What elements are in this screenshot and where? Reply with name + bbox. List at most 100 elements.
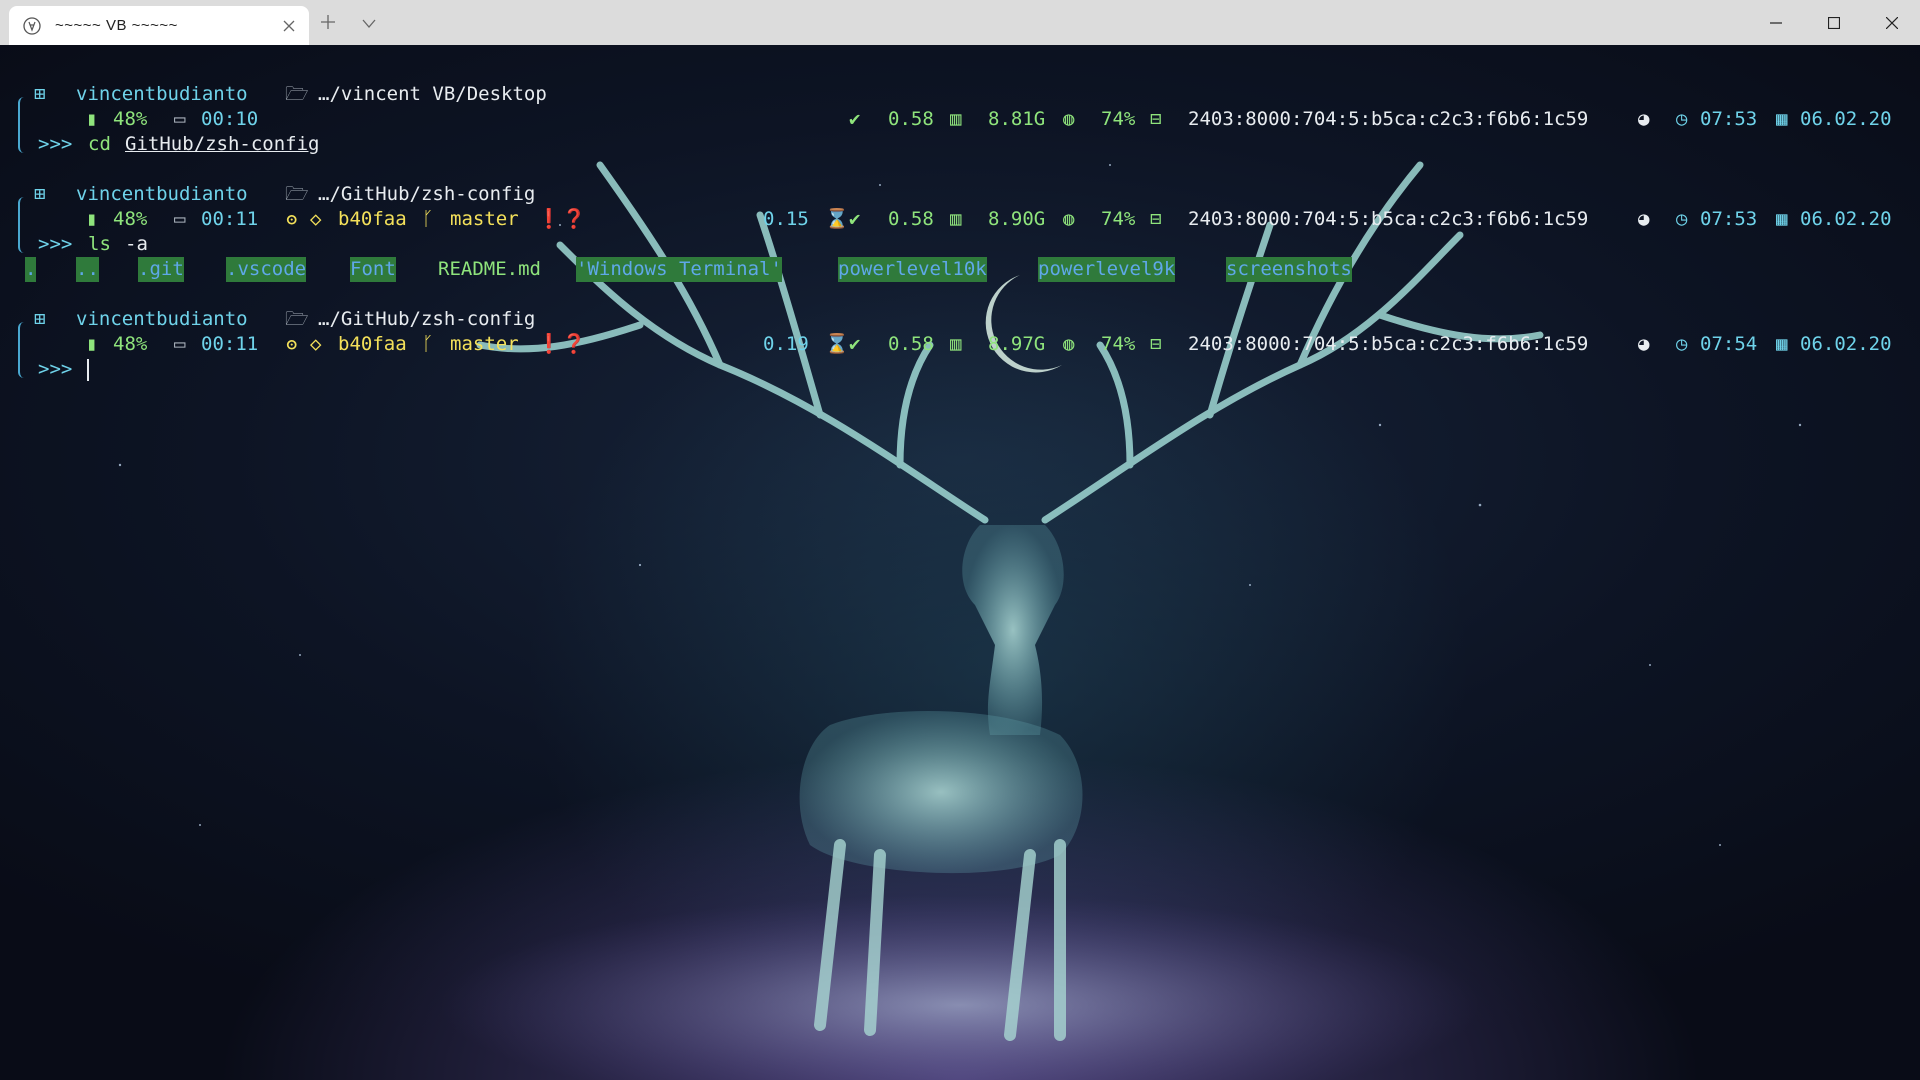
calendar-icon: ▦ xyxy=(1776,333,1788,355)
ram-icon: ◍ xyxy=(1063,108,1075,130)
current-time: 07:53 xyxy=(1700,108,1758,130)
clock-icon: ◷ xyxy=(1676,208,1688,230)
chart-icon: ▥ xyxy=(950,333,962,355)
status-ok-icon: ✔ xyxy=(849,333,861,355)
uptime-icon: ▭ xyxy=(174,208,186,230)
battery-percent: 48% xyxy=(113,333,148,355)
prompt-symbol: >>> xyxy=(38,133,73,155)
git-modified-icon: ❗ xyxy=(537,208,561,230)
load-average: 0.58 xyxy=(888,208,934,230)
terminal-viewport[interactable]: ⊞ vincentbudianto 🗁 …/vincent VB/Desktop… xyxy=(0,45,1920,1080)
tab-title: ~~~~~ VB ~~~~~ xyxy=(55,17,178,34)
ip-address: 2403:8000:704:5:b5ca:c2c3:f6b6:1c59 xyxy=(1188,333,1589,355)
commit-icon: ◇ xyxy=(310,208,322,230)
prompt-line-1-cmd: >>> cd GitHub/zsh-config xyxy=(0,132,319,157)
uptime-icon: ▭ xyxy=(174,333,186,355)
ls-entry: .git xyxy=(138,257,184,282)
calendar-icon: ▦ xyxy=(1776,208,1788,230)
github-icon: ʘ xyxy=(286,208,298,230)
ls-entry: powerlevel9k xyxy=(1038,257,1176,282)
new-tab-plus-icon[interactable] xyxy=(320,14,336,30)
ls-entry: 'Windows Terminal' xyxy=(576,257,782,282)
clock-icon: ◷ xyxy=(1676,333,1688,355)
calendar-icon: ▦ xyxy=(1776,108,1788,130)
git-commit-hash: b40faa xyxy=(338,333,407,355)
clock-icon: ◷ xyxy=(1676,108,1688,130)
globe-icon: ◕ xyxy=(1638,208,1650,230)
terminal-tab[interactable]: ~~~~~ VB ~~~~~ xyxy=(9,6,309,45)
prompt-line-2-top: ⊞ vincentbudianto 🗁 …/GitHub/zsh-config xyxy=(0,182,535,207)
prompt-path: …/vincent VB/Desktop xyxy=(318,83,547,105)
current-date: 06.02.20 xyxy=(1800,333,1892,355)
disk-icon: ⊟ xyxy=(1150,208,1162,230)
ip-address: 2403:8000:704:5:b5ca:c2c3:f6b6:1c59 xyxy=(1188,208,1589,230)
status-ok-icon: ✔ xyxy=(849,208,861,230)
uptime: 00:10 xyxy=(201,108,259,130)
current-time: 07:54 xyxy=(1700,333,1758,355)
battery-icon: ▮ xyxy=(86,108,98,130)
git-modified-icon: ❗ xyxy=(537,333,561,355)
hourglass-icon: ⌛ xyxy=(825,333,849,355)
git-branch-name: master xyxy=(450,208,519,230)
prompt-line-3-cmd[interactable]: >>> xyxy=(0,357,89,382)
chevron-down-icon[interactable] xyxy=(362,19,376,28)
minimize-icon xyxy=(1770,21,1782,24)
current-date: 06.02.20 xyxy=(1800,108,1892,130)
linux-tux-icon xyxy=(23,17,41,35)
prompt-line-2-mid: ▮ 48% ▭ 00:11 ʘ ◇ b40faa ᚴ master ❗ ❓ 0.… xyxy=(0,207,1920,232)
disk-usage: 74% xyxy=(1101,208,1136,230)
chart-icon: ▥ xyxy=(950,108,962,130)
prompt-symbol: >>> xyxy=(38,233,73,255)
ip-address: 2403:8000:704:5:b5ca:c2c3:f6b6:1c59 xyxy=(1188,108,1589,130)
battery-percent: 48% xyxy=(113,208,148,230)
uptime: 00:11 xyxy=(201,208,259,230)
globe-icon: ◕ xyxy=(1638,108,1650,130)
ls-entry: . xyxy=(25,257,37,282)
github-icon: ʘ xyxy=(286,333,298,355)
close-tab-icon[interactable] xyxy=(283,20,295,32)
git-untracked-icon: ❓ xyxy=(562,333,586,355)
command-argument: GitHub/zsh-config xyxy=(125,133,320,155)
prompt-line-1-mid: ▮ 48% ▭ 00:10 ✔ 0.58 ▥ 8.81G ◍ 74% ⊟ 240… xyxy=(0,107,1920,132)
title-bar: ~~~~~ VB ~~~~~ xyxy=(0,0,1920,45)
ram-icon: ◍ xyxy=(1063,333,1075,355)
minimize-button[interactable] xyxy=(1748,0,1804,45)
ls-output-line: . .. .git .vscode Font README.md 'Window… xyxy=(0,257,1920,282)
load-average: 0.58 xyxy=(888,333,934,355)
maximize-button[interactable] xyxy=(1806,0,1862,45)
globe-icon: ◕ xyxy=(1638,333,1650,355)
prompt-line-3-top: ⊞ vincentbudianto 🗁 …/GitHub/zsh-config xyxy=(0,307,535,332)
prompt-line-3-mid: ▮ 48% ▭ 00:11 ʘ ◇ b40faa ᚴ master ❗ ❓ 0.… xyxy=(0,332,1920,357)
prompt-line-2-cmd: >>> ls -a xyxy=(0,232,148,257)
battery-icon: ▮ xyxy=(86,208,98,230)
current-time: 07:53 xyxy=(1700,208,1758,230)
ls-entry: Font xyxy=(350,257,396,282)
status-ok-icon: ✔ xyxy=(849,108,861,130)
commit-icon: ◇ xyxy=(310,333,322,355)
text-cursor xyxy=(87,359,89,381)
windows-icon: ⊞ xyxy=(34,183,46,205)
ram-free: 8.90G xyxy=(988,208,1046,230)
close-window-button[interactable] xyxy=(1864,0,1920,45)
ls-entry: README.md xyxy=(438,258,541,280)
exec-time: 0.19 xyxy=(763,333,809,355)
disk-usage: 74% xyxy=(1101,108,1136,130)
disk-usage: 74% xyxy=(1101,333,1136,355)
prompt-symbol: >>> xyxy=(38,358,73,380)
ram-icon: ◍ xyxy=(1063,208,1075,230)
ram-free: 8.81G xyxy=(988,108,1046,130)
disk-icon: ⊟ xyxy=(1150,333,1162,355)
ls-entry: .. xyxy=(76,257,99,282)
close-icon xyxy=(1886,16,1898,29)
uptime-icon: ▭ xyxy=(174,108,186,130)
prompt-path: …/GitHub/zsh-config xyxy=(318,308,536,330)
uptime: 00:11 xyxy=(201,333,259,355)
windows-icon: ⊞ xyxy=(34,308,46,330)
git-branch-icon: ᚴ xyxy=(422,208,434,230)
battery-icon: ▮ xyxy=(86,333,98,355)
ls-entry: .vscode xyxy=(226,257,307,282)
ls-entry: powerlevel10k xyxy=(838,257,987,282)
folder-icon: 🗁 xyxy=(285,183,309,205)
git-untracked-icon: ❓ xyxy=(562,208,586,230)
command-name: cd xyxy=(88,133,111,155)
